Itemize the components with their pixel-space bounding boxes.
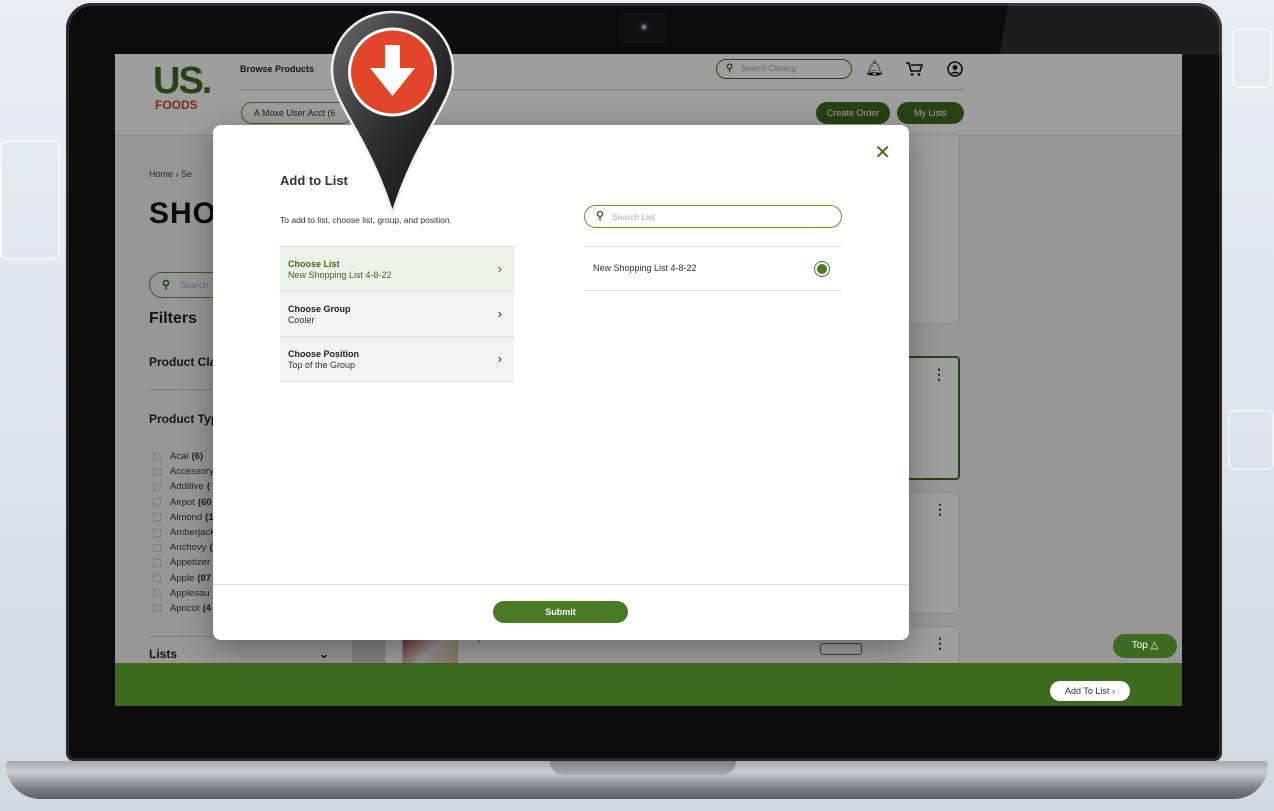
list-option[interactable]: New Shopping List 4-8-22	[584, 247, 842, 291]
chevron-right-icon: ›	[1111, 686, 1115, 696]
step-choose-group[interactable]: Choose Group Cooler ›	[280, 292, 514, 337]
modal-instructions: To add to list, choose list, group, and …	[280, 215, 452, 225]
list-option-name: New Shopping List 4-8-22	[593, 263, 697, 273]
background-decoration	[1228, 410, 1274, 470]
list-results: New Shopping List 4-8-22	[584, 246, 842, 291]
webcam	[639, 22, 649, 32]
step-label: Choose List	[288, 259, 340, 269]
step-list: Choose List New Shopping List 4-8-22 › C…	[280, 246, 514, 382]
search-icon: ⚲	[596, 210, 605, 222]
arrow-up-circle-icon: △	[1150, 640, 1159, 651]
background-decoration	[1232, 28, 1272, 88]
add-to-list-label: Add To List	[1065, 686, 1110, 696]
list-search-input[interactable]: ⚲ Search List	[584, 205, 842, 228]
modal-footer-divider	[213, 584, 909, 585]
laptop-notch	[550, 761, 736, 775]
scroll-top-button[interactable]: Top △	[1113, 634, 1177, 658]
chevron-right-icon: ›	[497, 306, 502, 321]
list-search-placeholder: Search List	[612, 212, 655, 222]
step-label: Choose Group	[288, 304, 351, 314]
add-to-list-button[interactable]: Add To List ›	[1050, 681, 1130, 701]
step-value: Top of the Group	[288, 360, 356, 370]
radio-selected[interactable]	[815, 262, 829, 276]
step-choose-list[interactable]: Choose List New Shopping List 4-8-22 ›	[280, 247, 514, 292]
add-to-list-modal: ✕ Add to List To add to list, choose lis…	[213, 125, 909, 640]
step-value: New Shopping List 4-8-22	[288, 270, 392, 280]
chevron-right-icon: ›	[497, 351, 502, 366]
close-icon[interactable]: ✕	[874, 143, 891, 163]
step-label: Choose Position	[288, 349, 360, 359]
step-choose-position[interactable]: Choose Position Top of the Group ›	[280, 337, 514, 382]
chevron-right-icon: ›	[497, 261, 502, 276]
background-decoration	[0, 140, 60, 260]
submit-button[interactable]: Submit	[493, 601, 628, 623]
scroll-top-label: Top	[1131, 640, 1148, 651]
step-value: Cooler	[288, 315, 315, 325]
action-bar	[115, 663, 1182, 706]
download-pin-icon	[330, 10, 455, 215]
laptop-screen: US. FOODS Browse Products A Moxe User Ac…	[115, 54, 1182, 706]
